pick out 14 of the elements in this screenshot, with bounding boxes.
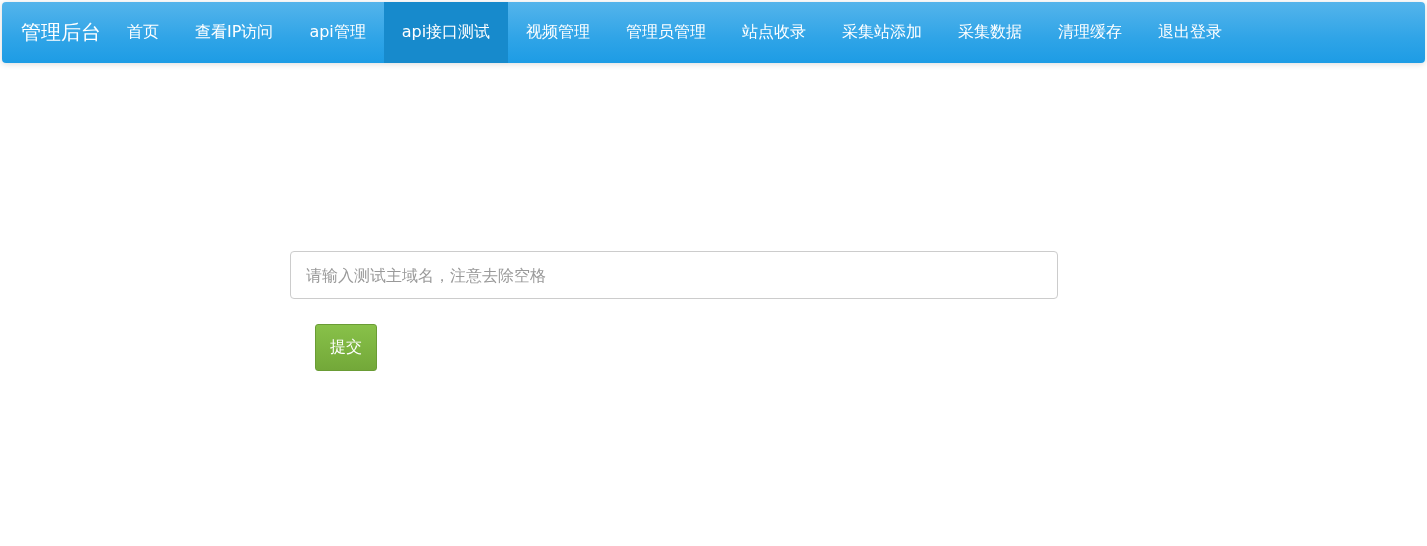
submit-button[interactable]: 提交 bbox=[315, 324, 377, 371]
nav-item[interactable]: 站点收录 bbox=[724, 2, 825, 63]
nav-item[interactable]: 采集数据 bbox=[940, 2, 1041, 63]
nav-item[interactable]: api管理 bbox=[291, 2, 384, 63]
nav-item[interactable]: 首页 bbox=[109, 2, 177, 63]
nav-item[interactable]: api接口测试 bbox=[383, 2, 509, 63]
brand-title[interactable]: 管理后台 bbox=[21, 2, 101, 63]
nav-item[interactable]: 退出登录 bbox=[1140, 2, 1241, 63]
nav-item[interactable]: 视频管理 bbox=[508, 2, 609, 63]
nav-item[interactable]: 管理员管理 bbox=[608, 2, 725, 63]
domain-input-field[interactable]: 请输入测试主域名，注意去除空格 bbox=[290, 251, 1058, 299]
nav-item[interactable]: 采集站添加 bbox=[824, 2, 941, 63]
nav-item[interactable]: 清理缓存 bbox=[1040, 2, 1141, 63]
nav-item[interactable]: 查看IP访问 bbox=[177, 2, 292, 63]
